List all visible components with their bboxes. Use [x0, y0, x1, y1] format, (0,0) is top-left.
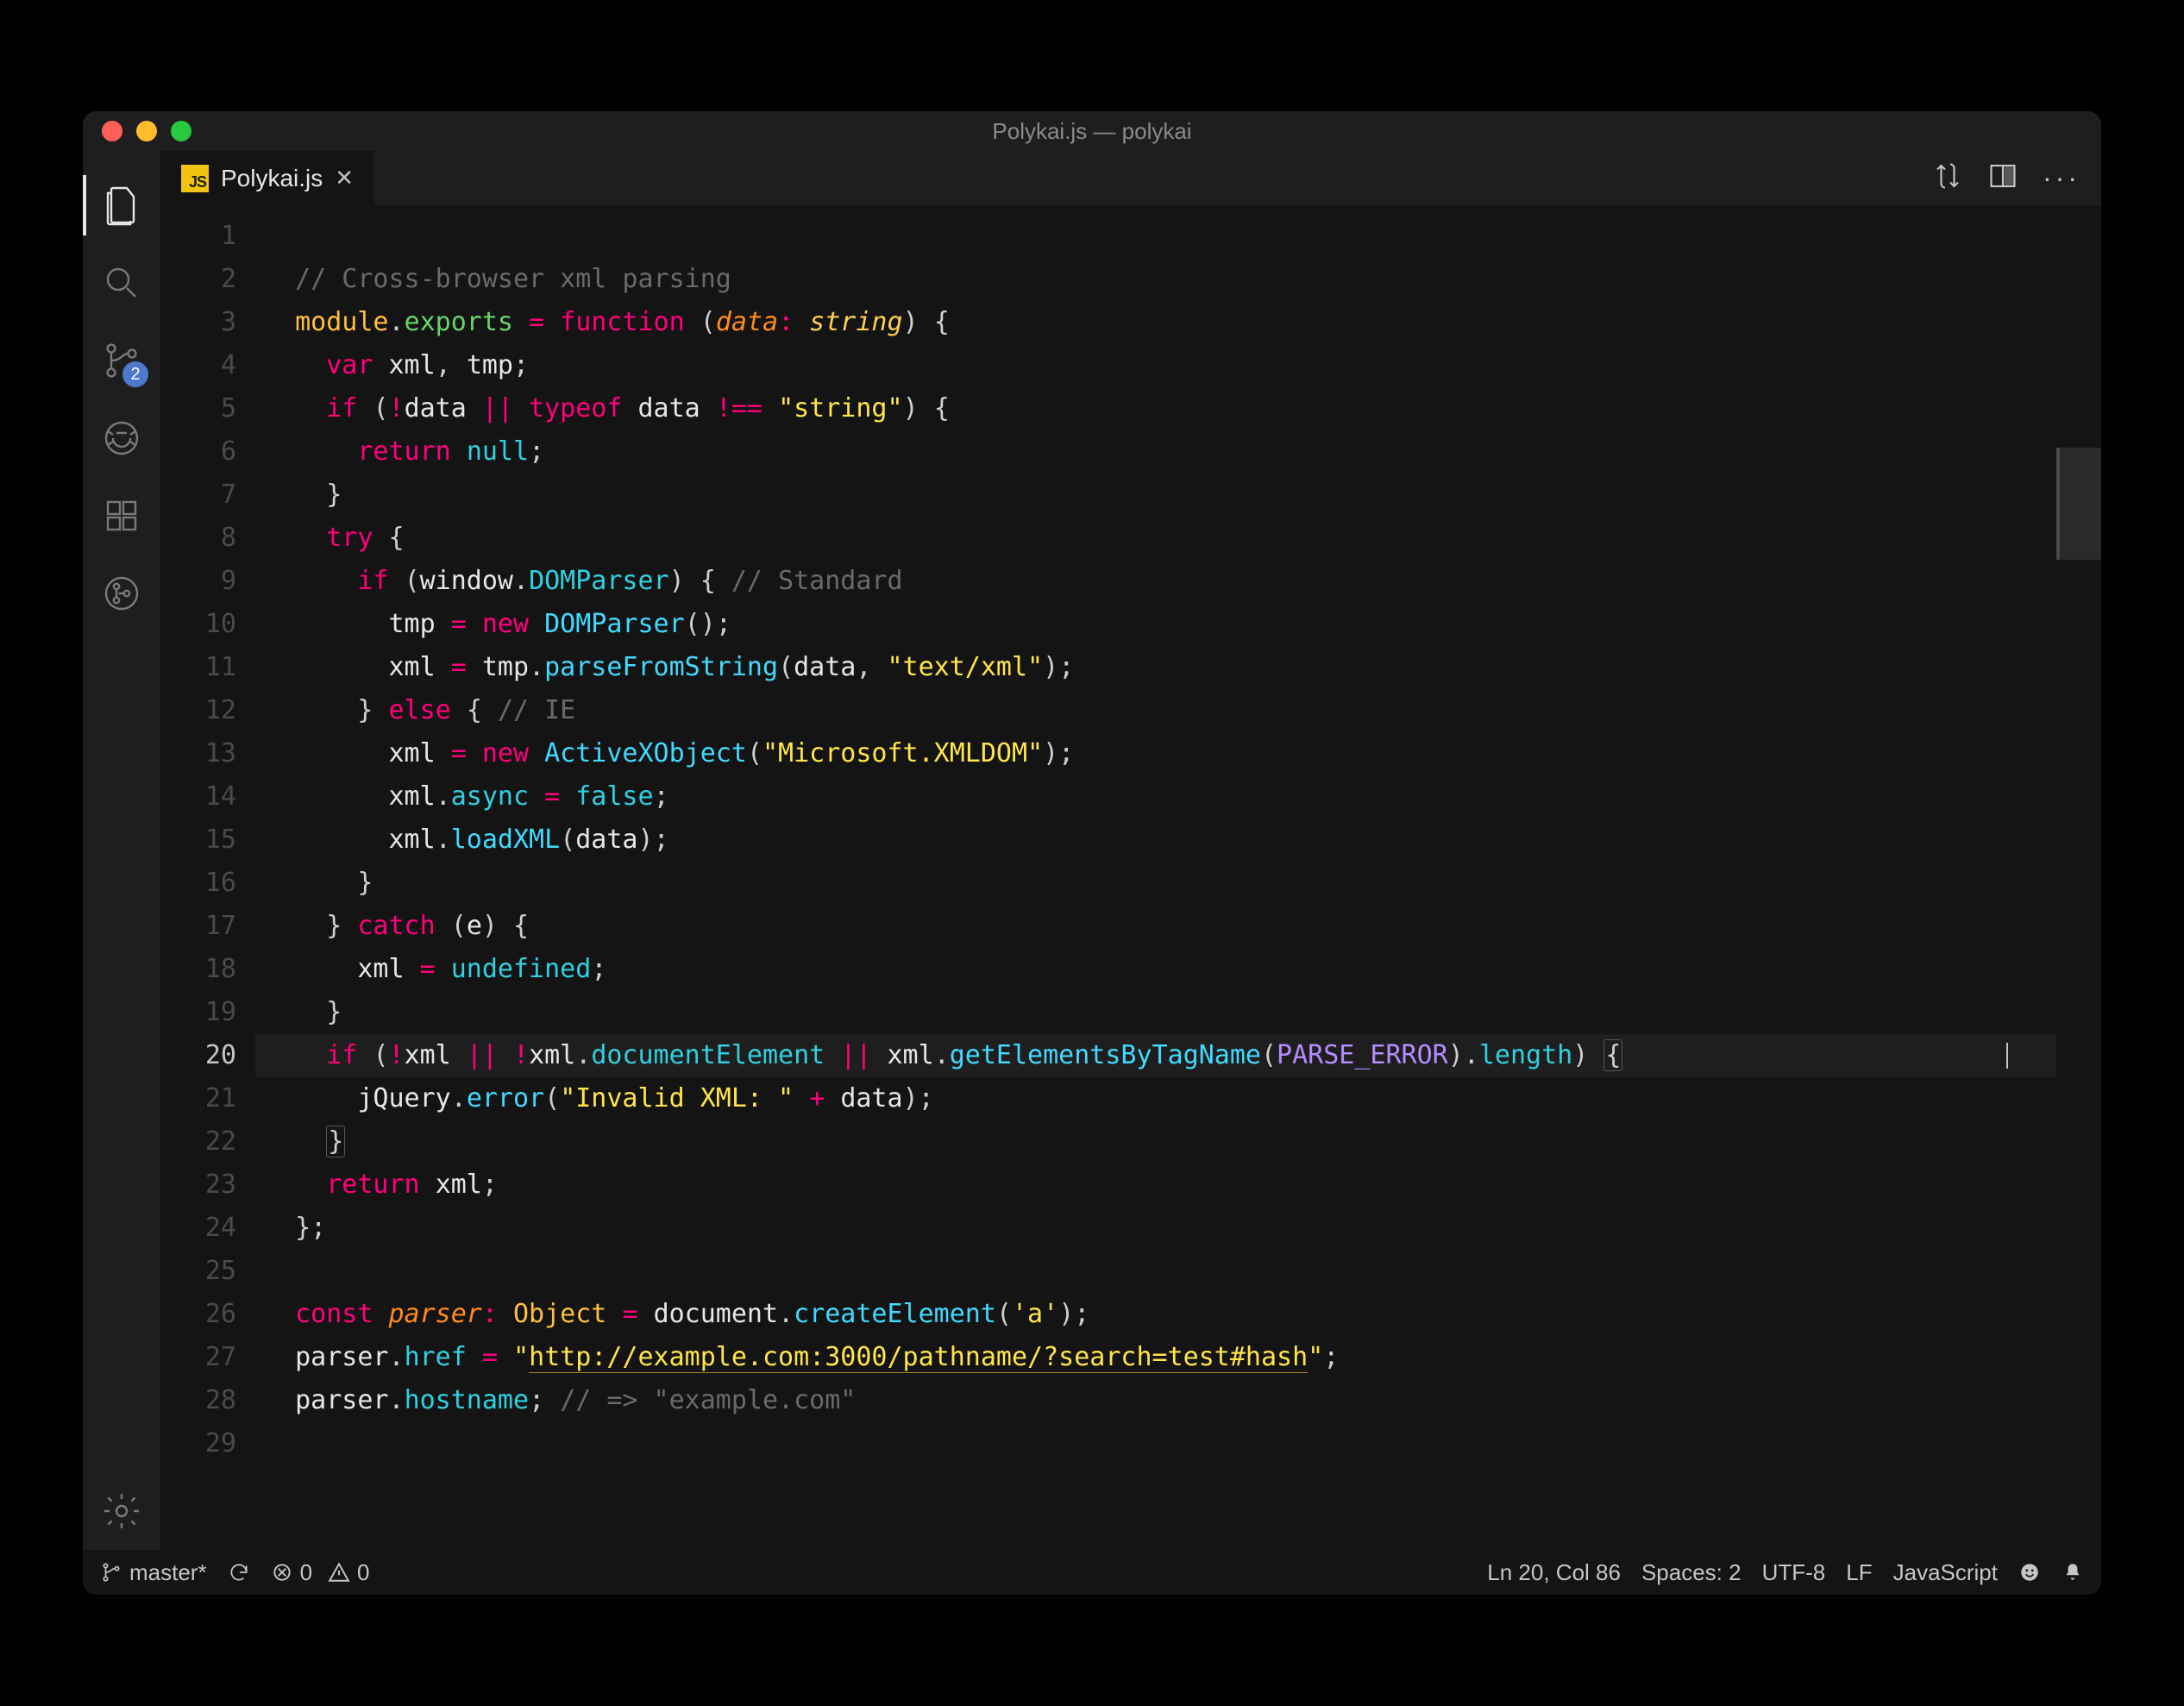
code-editor[interactable]: 1234567891011121314151617181920212223242…	[160, 206, 2101, 1550]
zoom-window-button[interactable]	[171, 121, 191, 141]
activity-extensions-icon[interactable]	[83, 477, 160, 555]
split-editor-icon[interactable]	[1987, 160, 2018, 196]
close-tab-icon[interactable]: ✕	[335, 165, 354, 191]
close-window-button[interactable]	[102, 121, 122, 141]
activity-git-icon[interactable]	[83, 555, 160, 632]
minimap-slider[interactable]	[2056, 448, 2101, 560]
error-count: 0	[300, 1559, 312, 1586]
status-language[interactable]: JavaScript	[1893, 1559, 1998, 1586]
editor-area: JS Polykai.js ✕ ··· 12345678910111213141…	[160, 151, 2101, 1550]
more-actions-icon[interactable]: ···	[2043, 162, 2080, 194]
tab-label: Polykai.js	[221, 165, 323, 192]
source-control-badge: 2	[122, 361, 148, 387]
line-number-gutter: 1234567891011121314151617181920212223242…	[160, 206, 255, 1550]
window-title: Polykai.js — polykai	[83, 118, 2101, 145]
activity-debug-icon[interactable]	[83, 399, 160, 477]
compare-changes-icon[interactable]	[1932, 160, 1963, 196]
activity-search-icon[interactable]	[83, 244, 160, 322]
titlebar: Polykai.js — polykai	[83, 111, 2101, 151]
branch-name: master*	[129, 1559, 207, 1586]
status-indent[interactable]: Spaces: 2	[1641, 1559, 1742, 1586]
status-sync-icon[interactable]	[228, 1561, 250, 1584]
status-feedback-icon[interactable]	[2018, 1561, 2041, 1584]
status-eol[interactable]: LF	[1846, 1559, 1872, 1586]
activity-source-control-icon[interactable]: 2	[83, 322, 160, 399]
minimap[interactable]	[2056, 206, 2101, 1550]
minimize-window-button[interactable]	[136, 121, 157, 141]
status-encoding[interactable]: UTF-8	[1762, 1559, 1826, 1586]
app-window: Polykai.js — polykai 2	[83, 111, 2101, 1595]
code-content[interactable]: // Cross-browser xml parsing module.expo…	[255, 206, 2056, 1550]
status-bell-icon[interactable]	[2062, 1561, 2084, 1584]
tab-polykai-js[interactable]: JS Polykai.js ✕	[160, 151, 374, 205]
status-bar: master* 0 0 Ln 20, Col 86 Spaces: 2 UTF-…	[83, 1550, 2101, 1595]
warning-count: 0	[357, 1559, 369, 1586]
traffic-lights	[102, 121, 191, 141]
status-cursor[interactable]: Ln 20, Col 86	[1487, 1559, 1621, 1586]
javascript-file-icon: JS	[181, 165, 209, 192]
activity-settings-icon[interactable]	[83, 1472, 160, 1550]
editor-actions: ···	[1932, 151, 2101, 205]
status-problems[interactable]: 0 0	[271, 1559, 370, 1586]
activity-bar: 2	[83, 151, 160, 1550]
status-branch[interactable]: master*	[100, 1559, 207, 1586]
tabs-bar: JS Polykai.js ✕ ···	[160, 151, 2101, 206]
activity-files-icon[interactable]	[83, 166, 160, 244]
